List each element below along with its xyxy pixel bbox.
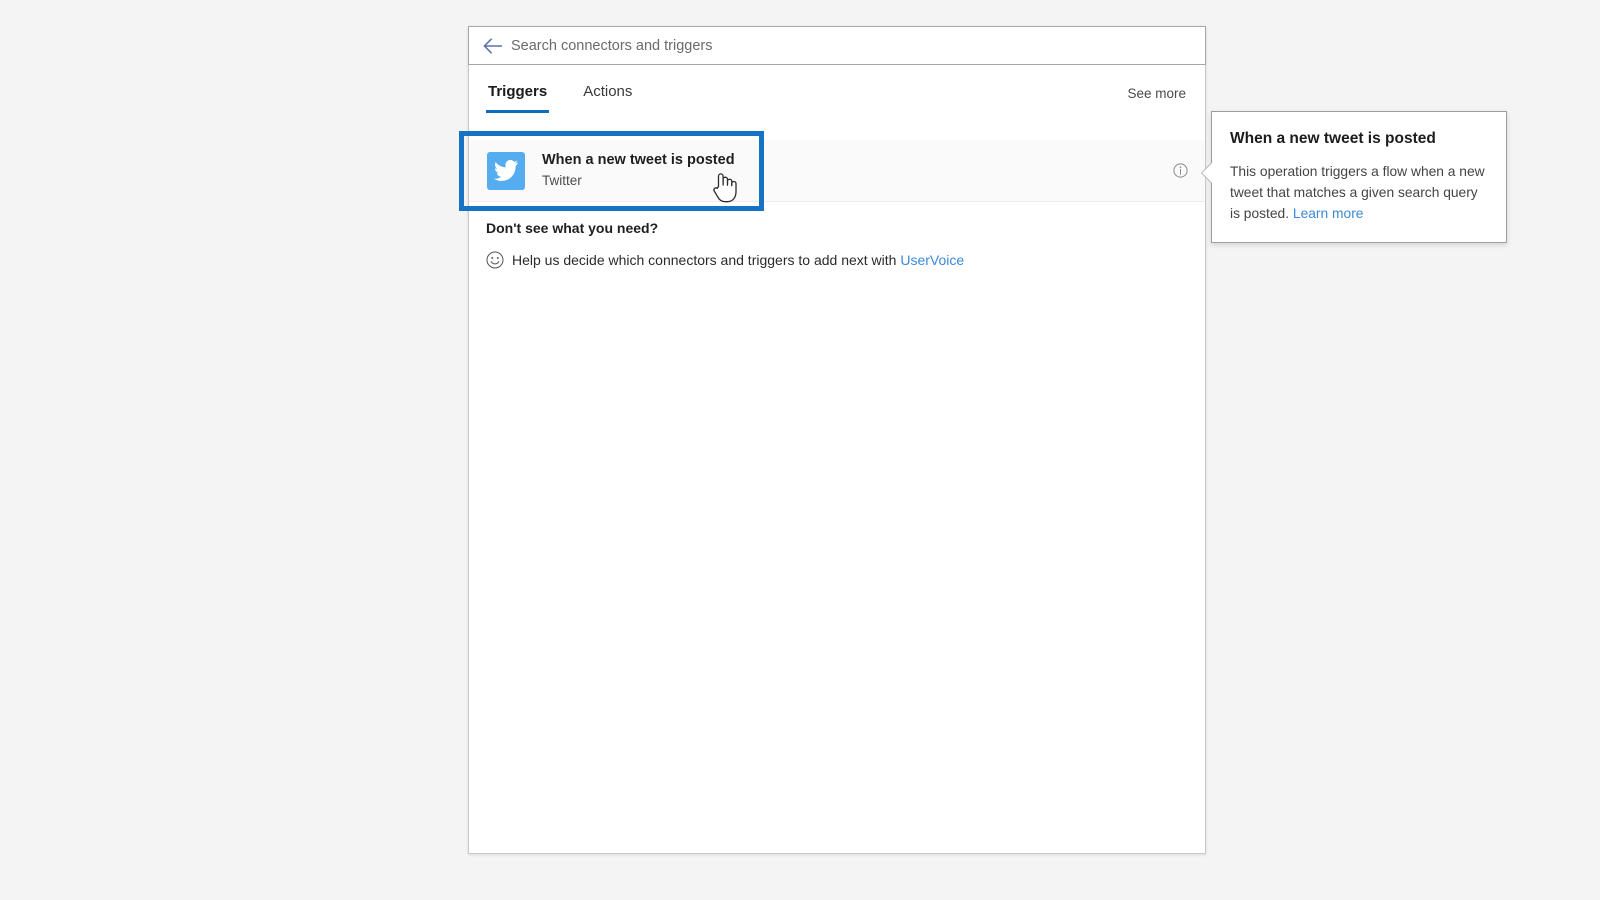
info-icon[interactable] <box>1173 163 1188 178</box>
search-input[interactable] <box>511 30 1205 61</box>
help-text-body: Help us decide which connectors and trig… <box>512 252 897 268</box>
tab-actions[interactable]: Actions <box>581 83 634 110</box>
help-heading: Don't see what you need? <box>486 220 659 236</box>
result-subtitle: Twitter <box>542 173 582 188</box>
learn-more-link[interactable]: Learn more <box>1293 206 1364 221</box>
twitter-icon <box>487 151 525 190</box>
tooltip-callout: When a new tweet is posted This operatio… <box>1201 111 1507 243</box>
result-title: When a new tweet is posted <box>542 152 735 168</box>
see-more-link[interactable]: See more <box>1127 86 1186 101</box>
help-text: Help us decide which connectors and trig… <box>512 251 964 269</box>
tooltip-body: This operation triggers a flow when a ne… <box>1230 161 1488 224</box>
uservoice-link[interactable]: UserVoice <box>900 252 964 268</box>
search-bar[interactable] <box>468 26 1206 65</box>
tabs-row: Triggers Actions See more <box>469 66 1205 117</box>
tooltip-title: When a new tweet is posted <box>1230 130 1436 147</box>
back-arrow-icon[interactable] <box>480 33 506 59</box>
smiley-icon <box>486 251 504 269</box>
result-text: When a new tweet is posted Twitter <box>542 151 735 190</box>
help-row: Help us decide which connectors and trig… <box>486 251 1205 269</box>
result-row-when-a-new-tweet-is-posted[interactable]: When a new tweet is posted Twitter <box>469 140 1205 202</box>
tab-triggers[interactable]: Triggers <box>486 83 550 113</box>
tooltip-arrow-inner-icon <box>1202 162 1213 184</box>
help-section: Don't see what you need? Help us decide … <box>469 218 1205 269</box>
